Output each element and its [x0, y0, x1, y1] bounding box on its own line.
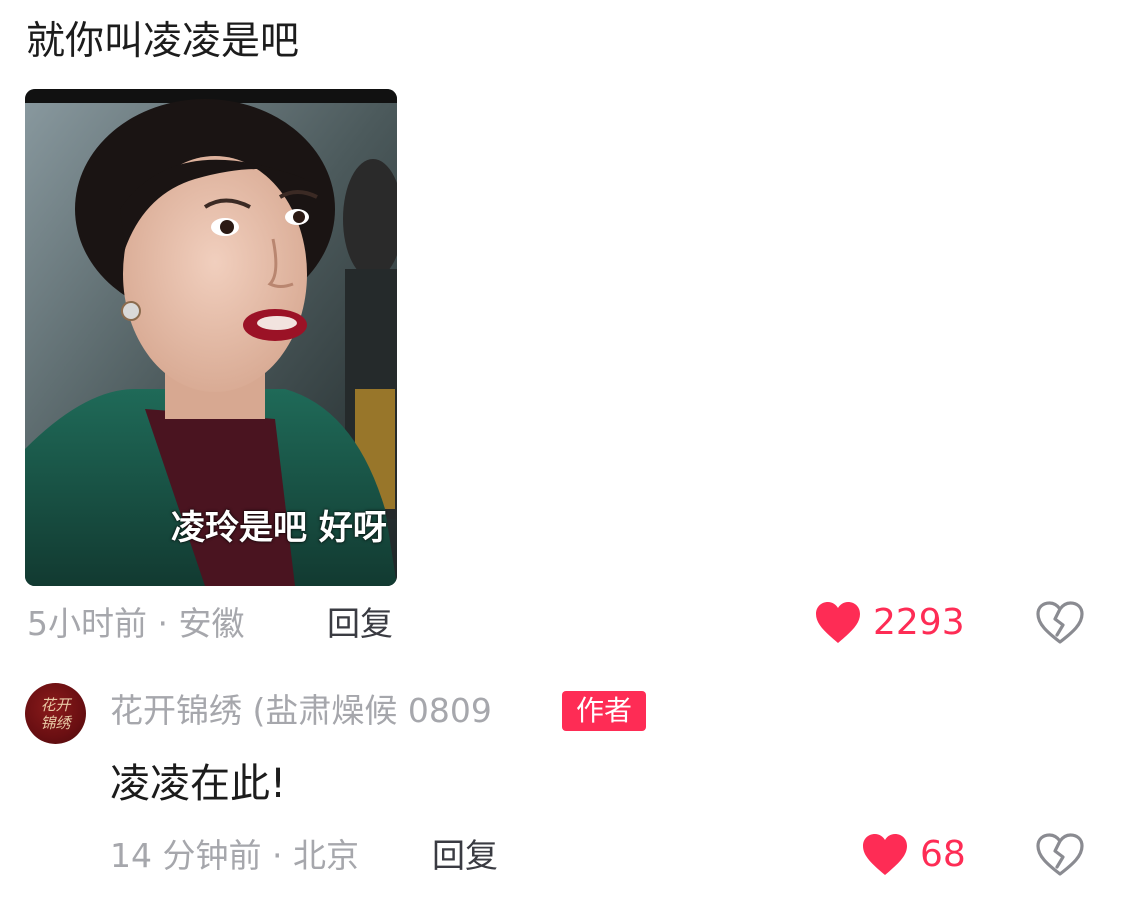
video-subtitle: 凌玲是吧 好呀: [171, 508, 387, 548]
svg-text:花开: 花开: [40, 696, 72, 714]
reply-meta: 14 分钟前 · 北京: [110, 836, 359, 875]
avatar[interactable]: 花开 锦绣: [25, 683, 86, 744]
reply-button[interactable]: 回复: [327, 604, 393, 644]
avatar-calligraphy-logo: 花开 锦绣: [40, 696, 72, 732]
comment-meta: 5小时前 · 安徽: [27, 604, 245, 643]
like-button-2[interactable]: 68: [862, 834, 966, 876]
like-button[interactable]: 2293: [815, 602, 965, 644]
author-badge: 作者: [562, 691, 646, 731]
comment-text: 就你叫凌凌是吧: [26, 19, 300, 64]
broken-heart-icon: [1036, 601, 1084, 644]
heart-filled-icon: [816, 602, 860, 643]
like-count-2: 68: [920, 834, 966, 875]
svg-text:锦绣: 锦绣: [40, 714, 72, 732]
like-count: 2293: [873, 602, 965, 643]
comment-image[interactable]: 凌玲是吧 好呀: [25, 89, 397, 586]
heart-filled-icon: [863, 834, 907, 875]
reply-button-2[interactable]: 回复: [432, 836, 498, 876]
reply-text: 凌凌在此!: [110, 761, 287, 807]
broken-heart-icon: [1036, 833, 1084, 876]
dislike-button-2[interactable]: [1036, 833, 1084, 881]
dislike-button[interactable]: [1036, 601, 1084, 649]
reply-username[interactable]: 花开锦绣 (盐肃燥候 0809: [110, 690, 492, 732]
